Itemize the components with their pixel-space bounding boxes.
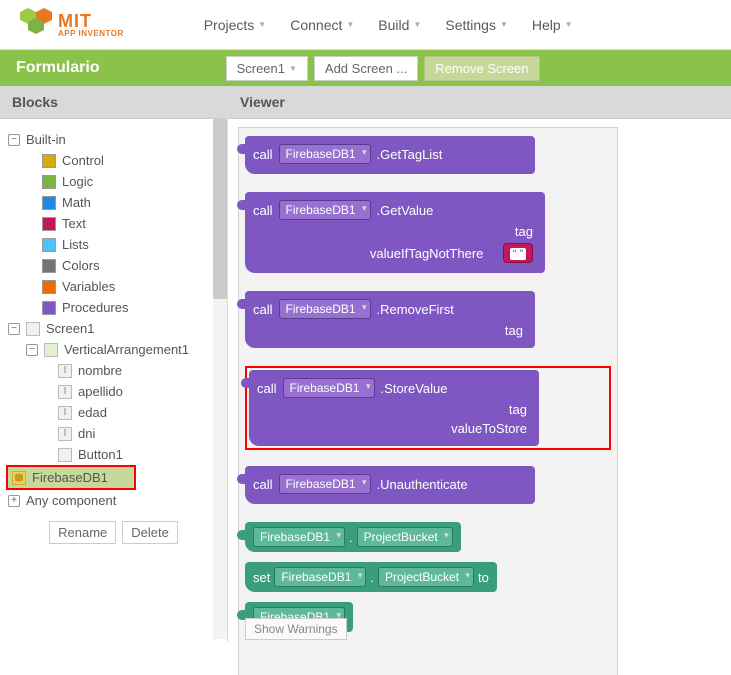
collapse-icon[interactable]: − — [8, 323, 20, 335]
firebase-icon — [12, 471, 26, 485]
dropdown-fb[interactable]: FirebaseDB1 — [279, 144, 371, 164]
menu-help[interactable]: Help▼ — [532, 17, 573, 33]
block-get-projectbucket[interactable]: FirebaseDB1.ProjectBucket — [245, 522, 461, 552]
dropdown-fb[interactable]: FirebaseDB1 — [283, 378, 375, 398]
menu-projects[interactable]: Projects▼ — [204, 17, 267, 33]
caret-icon: ▼ — [258, 20, 266, 29]
dropdown-fb[interactable]: FirebaseDB1 — [279, 200, 371, 220]
vertical-arr-icon — [44, 343, 58, 357]
menu-settings[interactable]: Settings▼ — [445, 17, 508, 33]
textbox-icon: I — [58, 427, 72, 441]
block-unauth[interactable]: callFirebaseDB1.Unauthenticate — [245, 466, 535, 504]
logo: MIT APP INVENTOR — [20, 8, 124, 41]
tree-firebasedb1[interactable]: FirebaseDB1 — [6, 465, 136, 490]
screen-icon — [26, 322, 40, 336]
viewer-panel-header: Viewer — [228, 86, 731, 119]
blocks-tree: −Built-in Control Logic Math Text Lists … — [0, 119, 227, 560]
app-header: MIT APP INVENTOR Projects▼ Connect▼ Buil… — [0, 0, 731, 50]
tree-text[interactable]: Text — [6, 213, 221, 234]
screen-selector[interactable]: Screen1▼ — [226, 56, 308, 81]
block-set-projectbucket[interactable]: set FirebaseDB1.ProjectBucket to — [245, 562, 497, 592]
tree-screen1[interactable]: −Screen1 — [6, 318, 221, 339]
logo-brand: MIT — [58, 12, 124, 30]
dropdown-fb[interactable]: FirebaseDB1 — [253, 527, 345, 547]
tree-variables[interactable]: Variables — [6, 276, 221, 297]
tree-anycomponent[interactable]: +Any component — [6, 490, 221, 511]
block-flyout: callFirebaseDB1.GetTagList callFirebaseD… — [238, 127, 618, 675]
title-bar: Formulario Screen1▼ Add Screen ... Remov… — [0, 50, 731, 86]
highlight-storevalue: callFirebaseDB1.StoreValue tag valueToSt… — [245, 366, 611, 450]
tree-logic[interactable]: Logic — [6, 171, 221, 192]
tree-button1[interactable]: Button1 — [6, 444, 221, 465]
delete-button[interactable]: Delete — [122, 521, 178, 544]
button-icon — [58, 448, 72, 462]
collapse-icon[interactable]: − — [26, 344, 38, 356]
logo-hex-icon — [20, 8, 52, 41]
main-menu: Projects▼ Connect▼ Build▼ Settings▼ Help… — [204, 17, 573, 33]
dropdown-prop[interactable]: ProjectBucket — [357, 527, 453, 547]
expand-icon[interactable]: + — [8, 495, 20, 507]
block-gettaglist[interactable]: callFirebaseDB1.GetTagList — [245, 136, 535, 174]
tree-control[interactable]: Control — [6, 150, 221, 171]
tree-va1[interactable]: −VerticalArrangement1 — [6, 339, 221, 360]
tree-nombre[interactable]: Inombre — [6, 360, 221, 381]
string-block[interactable]: “ ” — [503, 243, 533, 263]
caret-icon: ▼ — [500, 20, 508, 29]
block-removefirst[interactable]: callFirebaseDB1.RemoveFirst tag — [245, 291, 535, 348]
tree-math[interactable]: Math — [6, 192, 221, 213]
menu-build[interactable]: Build▼ — [378, 17, 421, 33]
blocks-panel-header: Blocks — [0, 86, 227, 119]
tree-builtin[interactable]: −Built-in — [6, 129, 221, 150]
dropdown-fb[interactable]: FirebaseDB1 — [279, 299, 371, 319]
caret-icon: ▼ — [346, 20, 354, 29]
dropdown-prop[interactable]: ProjectBucket — [378, 567, 474, 587]
block-getvalue[interactable]: callFirebaseDB1.GetValue tag valueIfTagN… — [245, 192, 545, 273]
tree-procedures[interactable]: Procedures — [6, 297, 221, 318]
project-title: Formulario — [10, 59, 100, 77]
blocks-panel: Blocks −Built-in Control Logic Math Text… — [0, 86, 228, 642]
collapse-icon[interactable]: − — [8, 134, 20, 146]
viewer-panel: Viewer callFirebaseDB1.GetTagList callFi… — [228, 86, 731, 642]
scrollbar[interactable] — [213, 119, 227, 639]
textbox-icon: I — [58, 364, 72, 378]
menu-connect[interactable]: Connect▼ — [290, 17, 354, 33]
dropdown-fb[interactable]: FirebaseDB1 — [279, 474, 371, 494]
textbox-icon: I — [58, 385, 72, 399]
show-warnings[interactable]: Show Warnings — [245, 618, 347, 640]
caret-icon: ▼ — [565, 20, 573, 29]
dropdown-fb[interactable]: FirebaseDB1 — [274, 567, 366, 587]
tree-apellido[interactable]: Iapellido — [6, 381, 221, 402]
caret-icon: ▼ — [413, 20, 421, 29]
add-screen-button[interactable]: Add Screen ... — [314, 56, 418, 81]
textbox-icon: I — [58, 406, 72, 420]
rename-button[interactable]: Rename — [49, 521, 116, 544]
tree-dni[interactable]: Idni — [6, 423, 221, 444]
tree-lists[interactable]: Lists — [6, 234, 221, 255]
block-storevalue[interactable]: callFirebaseDB1.StoreValue tag valueToSt… — [249, 370, 539, 446]
logo-sub: APP INVENTOR — [58, 30, 124, 38]
tree-edad[interactable]: Iedad — [6, 402, 221, 423]
remove-screen-button: Remove Screen — [424, 56, 539, 81]
tree-colors[interactable]: Colors — [6, 255, 221, 276]
